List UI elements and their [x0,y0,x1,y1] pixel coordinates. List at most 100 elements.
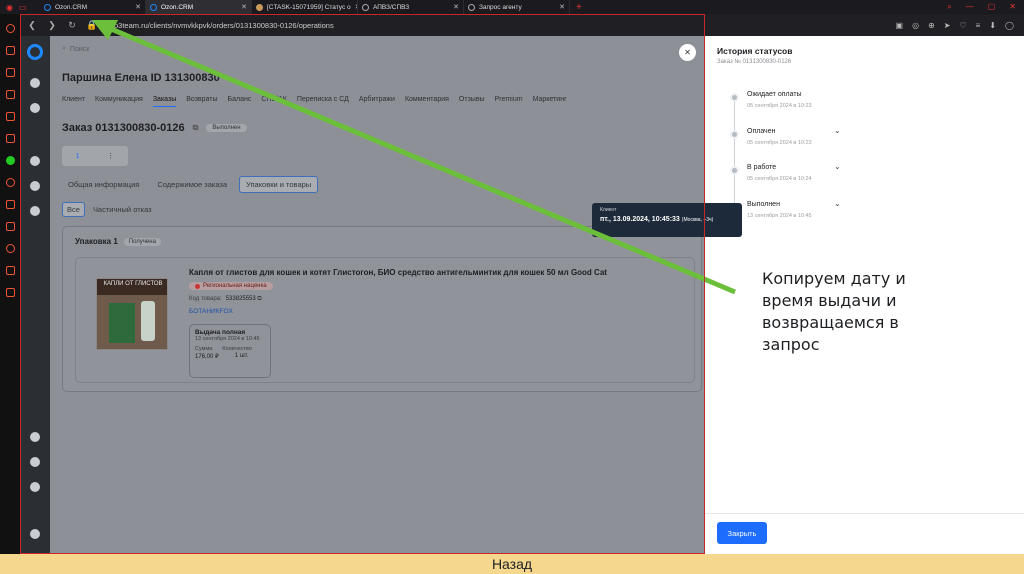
kebab-icon[interactable]: ⋮ [107,152,114,160]
tab-order[interactable]: Общая информация [62,177,145,192]
product-code: Код товара: 533825553 ⧉ [189,296,262,303]
record-icon[interactable] [30,78,40,88]
issue-values-row: 176,00 ₽ 1 шт. [195,353,265,360]
download-icon[interactable]: ⬇ [989,21,996,30]
close-panel-icon[interactable]: ✕ [679,44,696,61]
chevron-down-icon[interactable]: ⌄ [834,162,841,171]
history-icon[interactable] [5,244,15,253]
tab-client[interactable]: Комментария [405,96,449,107]
tab-client[interactable]: Возвраты [186,96,217,107]
tab-filter[interactable]: Частичный отказ [93,205,152,214]
address-bar: ❮ ❯ ↻ 🔒 o3team.ru/clients/nvmvkkpvk/orde… [20,14,1024,36]
tab-client[interactable]: Маркетинг [533,96,567,107]
flame-icon[interactable] [5,134,15,143]
browser-tab[interactable]: АПВЗ/СПВЗ ✕ [358,0,464,14]
tab-order[interactable]: Содержимое заказа [151,177,233,192]
more-icon[interactable] [30,206,40,216]
new-tab-icon[interactable]: + [570,2,588,13]
settings-icon[interactable] [5,288,15,297]
profile-icon[interactable]: ◯ [1005,21,1014,30]
status-date: 05 сентября 2024 в 10:23 [747,103,812,109]
search-icon[interactable]: ⌕ [947,2,951,12]
close-icon[interactable]: ✕ [135,3,141,11]
tooltip-timezone: (Москва, +3ч) [681,217,714,223]
bookmark-icon[interactable]: ♡ [960,21,967,30]
opera-icon[interactable]: ◉ [6,3,13,12]
close-window-icon[interactable]: ✕ [1009,2,1016,12]
product-name[interactable]: Капля от глистов для кошек и котят Глист… [189,268,689,277]
forward-icon[interactable]: ❯ [46,20,58,31]
exit-icon[interactable] [30,529,40,539]
extension-icon[interactable]: ▣ [896,21,904,30]
zoom-icon[interactable]: ⊕ [928,21,935,30]
tab-client[interactable]: Отзывы [459,96,485,107]
browser-tab[interactable]: Ozon.CRM ✕ [40,0,146,14]
back-icon[interactable]: ❮ [26,20,38,31]
status-step: Ожидает оплаты 05 сентября 2024 в 10:23 [727,88,927,118]
chevron-down-icon[interactable]: ⌄ [834,126,841,135]
messages-icon[interactable] [30,457,40,467]
tab-client[interactable]: Арбитражи [359,96,395,107]
browser-tab[interactable]: [CTASK-15071959] Статус о✕ [252,0,358,14]
tooltip-value: пт., 13.09.2024, 10:45:33 [600,216,680,223]
speed-dial-icon[interactable] [5,24,15,33]
tab-client[interactable]: Коммуникация [95,96,143,107]
copy-icon[interactable]: ⧉ [193,123,199,133]
copy-icon[interactable]: ⧉ [257,296,261,302]
tab-client[interactable]: Переписка с СД [297,96,349,107]
tab-order[interactable]: Упаковки и товары [239,176,319,193]
panel-divider [705,513,1024,514]
jira-icon [256,3,263,11]
status-date: 05 сентября 2024 в 10:23 [747,139,812,146]
window-controls: ⌕ — ▢ ✕ [947,2,1024,12]
megaphone-icon[interactable] [30,181,40,191]
tab-client[interactable]: Premium [495,96,523,107]
ozon-logo-icon[interactable] [27,44,43,60]
camera-icon[interactable]: ◎ [912,21,919,30]
heart-icon[interactable] [5,222,15,231]
send-sidebar-icon[interactable] [5,200,15,209]
close-icon[interactable]: ✕ [453,3,459,11]
browser-tab[interactable]: Запрос агенту ✕ [464,0,570,14]
bag-icon[interactable] [5,68,15,77]
news-icon[interactable] [5,112,15,121]
browser-tab-active[interactable]: Ozon.CRM ✕ [146,0,252,14]
status-label: Оплачен [747,127,776,135]
seller-link[interactable]: БОТАНИКFOX [189,308,233,315]
cube-icon[interactable] [5,266,15,275]
minimize-icon[interactable]: — [966,2,974,12]
play-icon[interactable] [30,103,40,113]
close-icon[interactable]: ✕ [241,3,247,11]
music-icon[interactable] [5,178,15,187]
tab-client[interactable]: Клиент [62,96,85,107]
pager[interactable]: 1 ⋮ [62,146,128,166]
whatsapp-icon[interactable] [5,156,15,165]
send-icon[interactable]: ➤ [944,21,951,30]
product-image[interactable]: КАПЛИ ОТ ГЛИСТОВ [96,278,168,350]
chat-icon[interactable] [30,432,40,442]
tab-client[interactable]: Заказы [152,96,177,107]
tab-client[interactable]: Баланс [228,96,252,107]
panel-title: История статусов [717,46,793,56]
home-icon[interactable] [30,482,40,492]
menu-icon[interactable]: ≡ [976,21,981,30]
tab-list-icon[interactable]: ▭ [19,3,27,12]
status-date: 13 сентября 2024 в 10:45 [747,212,812,219]
user-icon[interactable] [30,156,40,166]
tab-client[interactable]: СПВ/АК [261,96,286,107]
maximize-icon[interactable]: ▢ [988,2,996,12]
chevron-down-icon[interactable]: ⌄ [834,199,841,208]
url-field[interactable]: o3team.ru/clients/nvmvkkpvk/orders/01313… [114,21,334,30]
datetime-tooltip: Клиент пт., 13.09.2024, 10:45:33 (Москва… [592,203,742,237]
close-icon[interactable]: ✕ [559,3,565,11]
search-input[interactable]: ⌕ Поиск [62,42,362,56]
sum-label: Сумма [195,346,213,352]
back-button[interactable]: Назад [0,554,1024,574]
twitch-icon[interactable] [5,90,15,99]
close-button[interactable]: Закрыть [717,522,767,544]
product-card: КАПЛИ ОТ ГЛИСТОВ Капля от глистов для ко… [75,257,695,383]
shop-icon[interactable] [5,46,15,55]
app-main: ⌕ Поиск Паршина Елена ID 131300830 Клиент… [50,36,705,554]
tab-filter[interactable]: Все [62,202,85,217]
reload-icon[interactable]: ↻ [66,20,78,31]
